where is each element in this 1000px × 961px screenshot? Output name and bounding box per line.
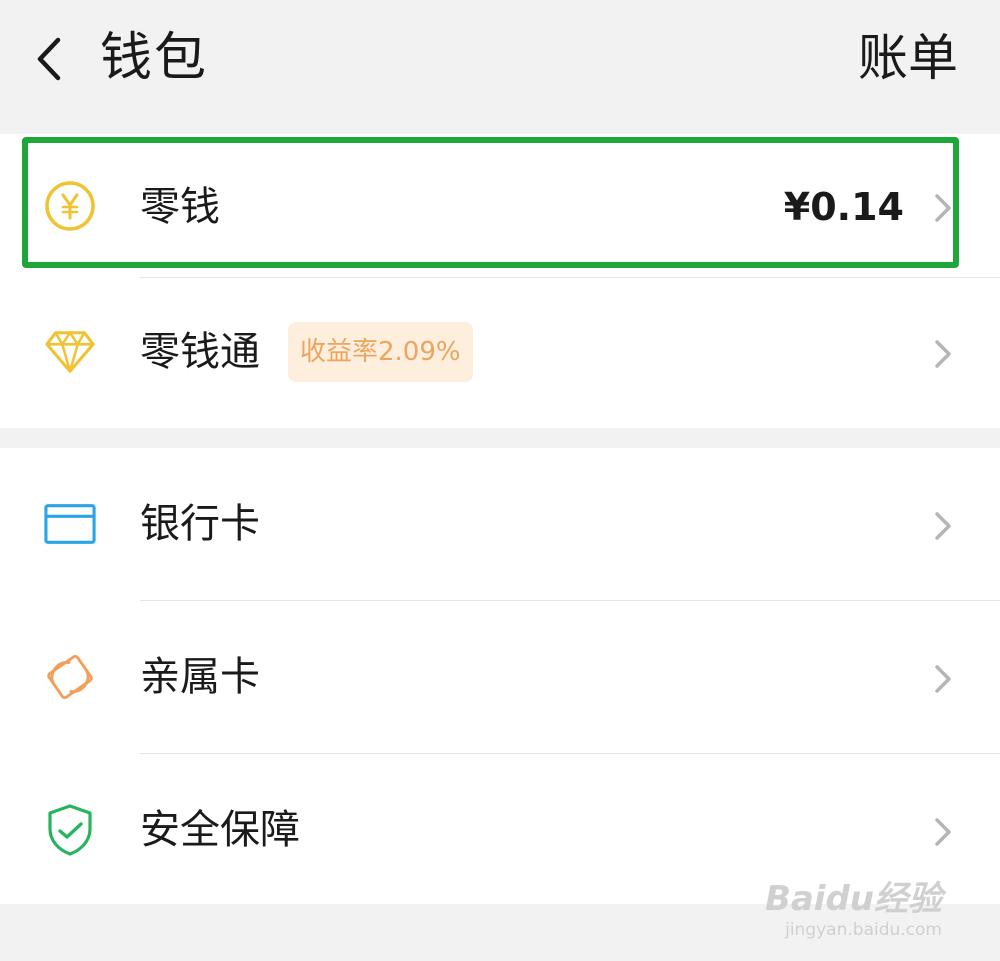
change-balance-row[interactable]: 零钱 ¥0.14 xyxy=(0,134,1000,277)
yield-rate-badge: 收益率2.09% xyxy=(288,322,473,382)
back-button[interactable] xyxy=(28,28,74,90)
diamond-icon xyxy=(44,326,96,378)
chevron-right-icon xyxy=(935,818,951,846)
change-amount: ¥0.14 xyxy=(783,185,904,229)
services-card: 银行卡 亲属卡 安全保障 xyxy=(0,448,1000,904)
bank-card-label: 银行卡 xyxy=(140,501,260,547)
lingqiantong-label: 零钱通 xyxy=(140,329,260,375)
family-card-row[interactable]: 亲属卡 xyxy=(0,601,1000,753)
lingqiantong-row[interactable]: 零钱通 收益率2.09% xyxy=(0,278,1000,428)
wallet-balance-card: 零钱 ¥0.14 零钱通 收益率2.09% xyxy=(0,134,1000,428)
family-card-label: 亲属卡 xyxy=(140,654,260,700)
security-label: 安全保障 xyxy=(140,807,300,853)
change-label: 零钱 xyxy=(140,184,220,230)
bank-card-row[interactable]: 银行卡 xyxy=(0,448,1000,600)
shield-check-icon xyxy=(44,804,96,856)
watermark-url: jingyan.baidu.com xyxy=(785,920,942,940)
bill-button[interactable]: 账单 xyxy=(858,22,958,94)
chevron-right-icon xyxy=(935,665,951,693)
security-row[interactable]: 安全保障 xyxy=(0,754,1000,904)
family-card-icon xyxy=(44,651,96,703)
chevron-right-icon xyxy=(935,512,951,540)
chevron-left-icon xyxy=(37,37,61,81)
chevron-right-icon xyxy=(935,340,951,368)
yuan-coin-icon xyxy=(44,180,96,232)
top-bar: 钱包 账单 xyxy=(0,0,1000,134)
page-title: 钱包 xyxy=(100,28,209,88)
chevron-right-icon xyxy=(935,194,951,222)
bank-card-icon xyxy=(44,498,96,550)
